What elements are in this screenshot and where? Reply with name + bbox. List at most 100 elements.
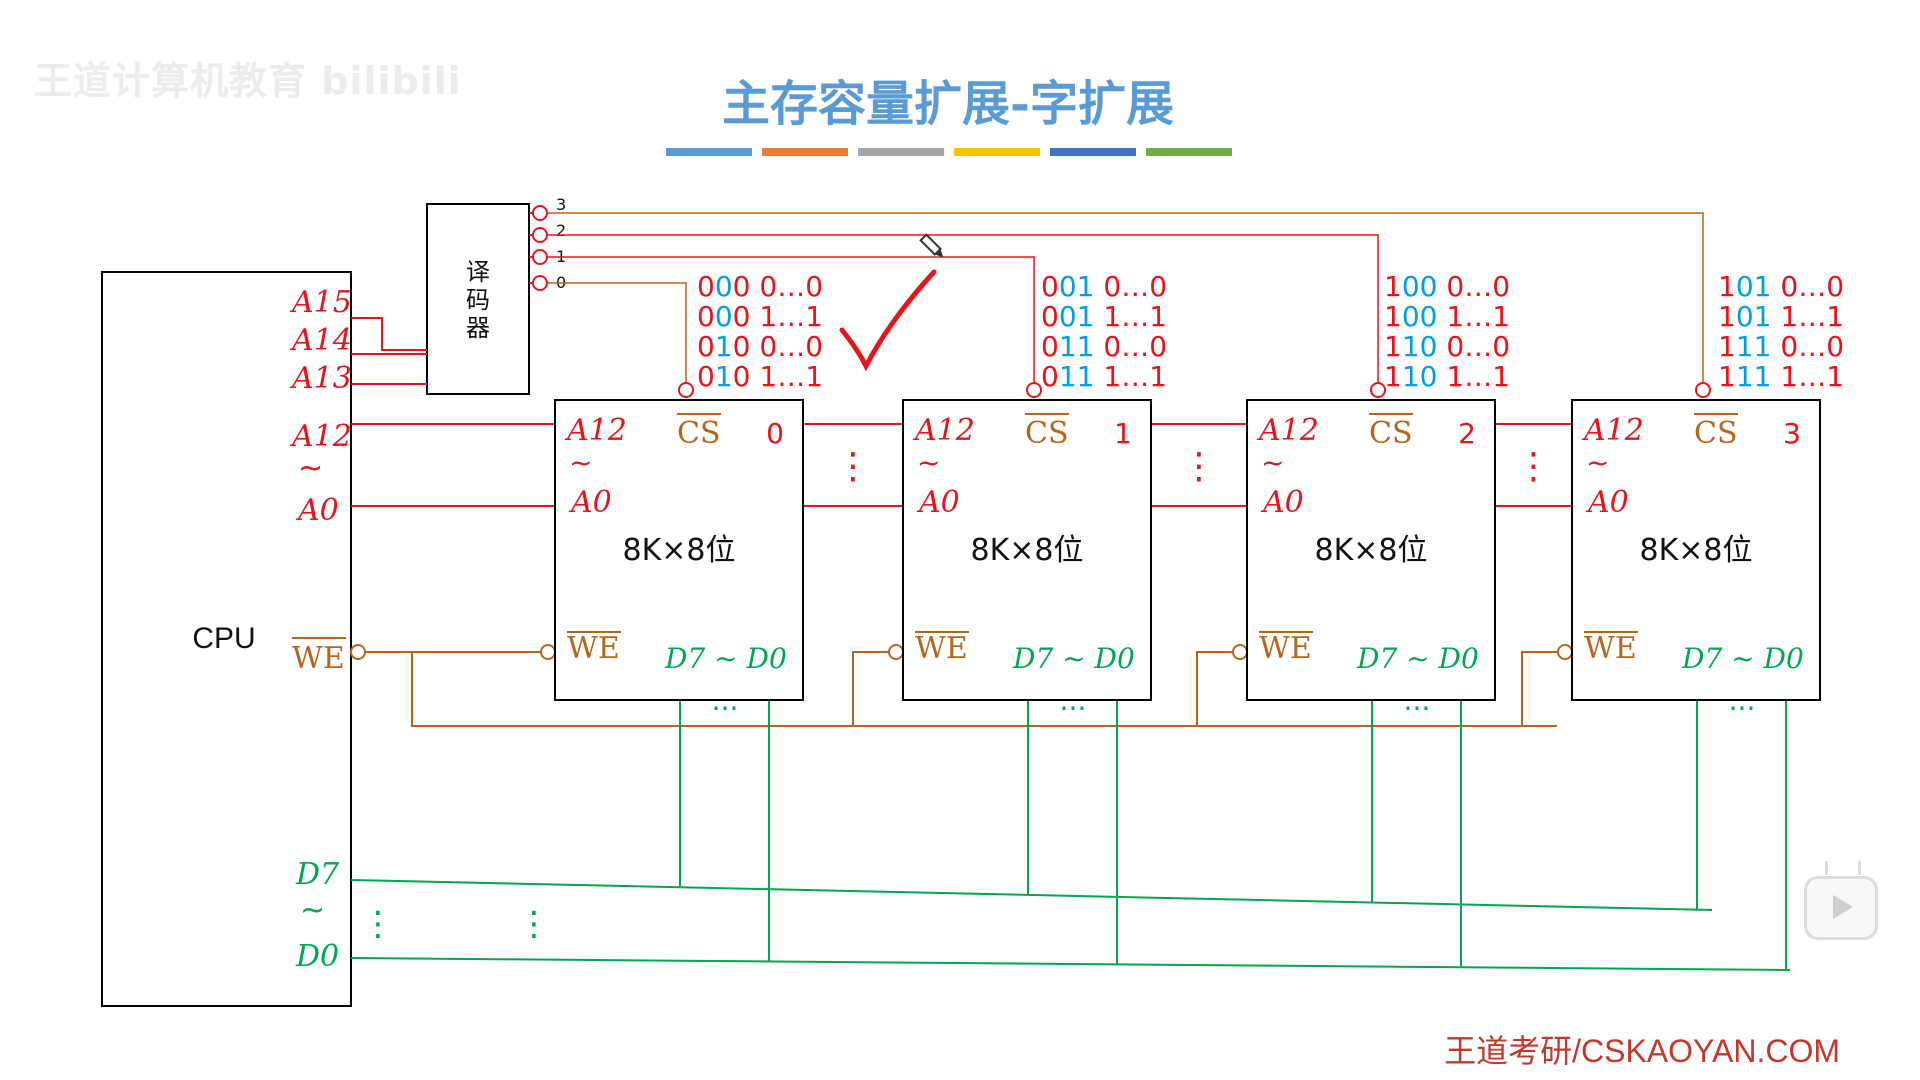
footer-brand: 王道考研/CSKAOYAN.COM [1444, 1033, 1840, 1069]
chip-0: A12~ A0 CS 0 8K×8位 WE D7 ~ D0 [554, 382, 804, 701]
chip-2-we-label: WE [1259, 631, 1312, 666]
chip-2-cs-label: CS [1369, 416, 1413, 451]
chip-1-cs-bubble [1026, 382, 1042, 398]
chip-3: A12~ A0 CS 3 8K×8位 WE D7 ~ D0 [1571, 382, 1821, 701]
decoder-label-2: 码 [466, 286, 490, 314]
data-bus-d0 [350, 957, 1791, 971]
chip-2-addr-sep: ~ [1261, 446, 1284, 479]
chip-3-data-label: D7 ~ D0 [1681, 642, 1804, 675]
slide: 王道计算机教育 bilibili 主存容量扩展-字扩展 CPU 译 码 器 A1… [0, 0, 1920, 1080]
chip-1-address-row-4: 011 1…1 [1041, 360, 1167, 393]
chip-0-address-row-2: 000 1…1 [697, 300, 823, 333]
memory-expansion-diagram: CPU 译 码 器 A15 A14 A13 A12 ~ A0 WE D7 ~ D… [101, 195, 1844, 1007]
decoder-out-bubble-2 [532, 227, 548, 243]
cpu-d7: D7 [295, 857, 340, 892]
addr-bus-dots-1: ⋮ [835, 446, 871, 487]
decoder-out-bubble-1 [532, 249, 548, 265]
chip-3-data-dots: ··· [1729, 692, 1756, 725]
chip-1-data-dots: ··· [1060, 692, 1087, 725]
chip-2-capacity: 8K×8位 [1315, 533, 1428, 568]
decoder-out-bubble-0 [532, 275, 548, 291]
cpu-a15: A15 [289, 285, 352, 320]
chip-1-a0: A0 [916, 485, 960, 520]
chip-0-data-label: D7 ~ D0 [664, 642, 787, 675]
chip-2-address-row-3: 110 0…0 [1384, 330, 1510, 363]
cpu-data-range-sep: ~ [300, 893, 325, 928]
chip-3-address-row-2: 101 1…1 [1718, 300, 1844, 333]
chip-0-data-dots: ··· [712, 692, 739, 725]
chip-0-a0: A0 [568, 485, 612, 520]
decoder-out-2: 2 [556, 221, 566, 240]
chip-3-we-bubble [1557, 644, 1573, 660]
chip-0-cs-label: CS [677, 416, 721, 451]
chip-0-address-row-3: 010 0…0 [697, 330, 823, 363]
chip-2-a12: A12 [1256, 413, 1319, 448]
cpu-a13: A13 [289, 361, 352, 396]
chip-3-a0: A0 [1585, 485, 1629, 520]
we-drop-3 [1521, 651, 1564, 726]
chip-1: A12~ A0 CS 1 8K×8位 WE D7 ~ D0 [902, 382, 1152, 701]
chip-2-address-row-2: 100 1…1 [1384, 300, 1510, 333]
chip-3-address-row-3: 111 0…0 [1718, 330, 1844, 363]
chip-0-we-label: WE [567, 631, 620, 666]
chip-1-we-label: WE [915, 631, 968, 666]
chip-0-we-bubble [540, 644, 556, 660]
cpu-label: CPU [192, 622, 255, 655]
chip-2-we-bubble [1232, 644, 1248, 660]
chip-2: A12~ A0 CS 2 8K×8位 WE D7 ~ D0 [1246, 382, 1496, 701]
chip-2-address-row-4: 110 1…1 [1384, 360, 1510, 393]
chip-2-data-dots: ··· [1404, 692, 1431, 725]
chip-2-index: 2 [1458, 417, 1476, 450]
chip-0-address-row-1: 000 0…0 [697, 270, 823, 303]
checkmark-icon [839, 269, 937, 372]
chip-0-a12: A12 [564, 413, 627, 448]
chip-2-a0: A0 [1260, 485, 1304, 520]
chip-3-address-row-4: 111 1…1 [1718, 360, 1844, 393]
cpu-a14: A14 [289, 323, 352, 358]
decoder-label-1: 译 [466, 258, 490, 286]
decoder-out-3: 3 [556, 195, 566, 214]
cpu-d0: D0 [295, 939, 339, 974]
we-drop-2 [1196, 651, 1239, 726]
wire-a15 [351, 317, 427, 351]
wire-cs-select-0 [547, 282, 687, 388]
data-bus-d7 [350, 879, 1713, 911]
chip-2-data-label: D7 ~ D0 [1356, 642, 1479, 675]
cpu-data-dots-2: ⋮ [517, 904, 551, 944]
chip-1-cs-label: CS [1025, 416, 1069, 451]
chip-1-capacity: 8K×8位 [971, 533, 1084, 568]
chip-3-cs-label: CS [1694, 416, 1738, 451]
chip-1-a12: A12 [912, 413, 975, 448]
chip-2-address-row-1: 100 0…0 [1384, 270, 1510, 303]
chip-3-capacity: 8K×8位 [1640, 533, 1753, 568]
cpu-data-dots-1: ⋮ [361, 904, 395, 944]
chip-3-address-row-1: 101 0…0 [1718, 270, 1844, 303]
cpu-we: WE [292, 641, 345, 676]
chip-1-index: 1 [1114, 417, 1132, 450]
chip-0-addr-sep: ~ [569, 446, 592, 479]
chip-0-capacity: 8K×8位 [623, 533, 736, 568]
play-icon[interactable] [1804, 876, 1878, 940]
cpu-a12: A12 [289, 419, 352, 454]
chip-3-a12: A12 [1581, 413, 1644, 448]
chip-1-address-row-3: 011 0…0 [1041, 330, 1167, 363]
chip-1-addr-sep: ~ [917, 446, 940, 479]
wire-cs-select-2 [547, 234, 1379, 388]
cpu-a0: A0 [295, 493, 339, 528]
chip-3-we-label: WE [1584, 631, 1637, 666]
cpu-addr-range-sep: ~ [298, 451, 323, 486]
chip-3-addr-sep: ~ [1586, 446, 1609, 479]
addr-bus-dots-3: ⋮ [1516, 446, 1552, 487]
chip-1-data-label: D7 ~ D0 [1012, 642, 1135, 675]
chip-0-address-row-4: 010 1…1 [697, 360, 823, 393]
chip-1-address-row-2: 001 1…1 [1041, 300, 1167, 333]
decoder-label-3: 器 [466, 314, 490, 342]
chip-1-address-row-1: 001 0…0 [1041, 270, 1167, 303]
chip-1-we-bubble [888, 644, 904, 660]
chip-3-cs-bubble [1695, 382, 1711, 398]
chip-0-cs-bubble [678, 382, 694, 398]
chip-0-index: 0 [766, 417, 784, 450]
decoder-out-bubble-3 [532, 205, 548, 221]
cpu-we-bubble [350, 644, 366, 660]
we-drop-1 [852, 651, 895, 726]
